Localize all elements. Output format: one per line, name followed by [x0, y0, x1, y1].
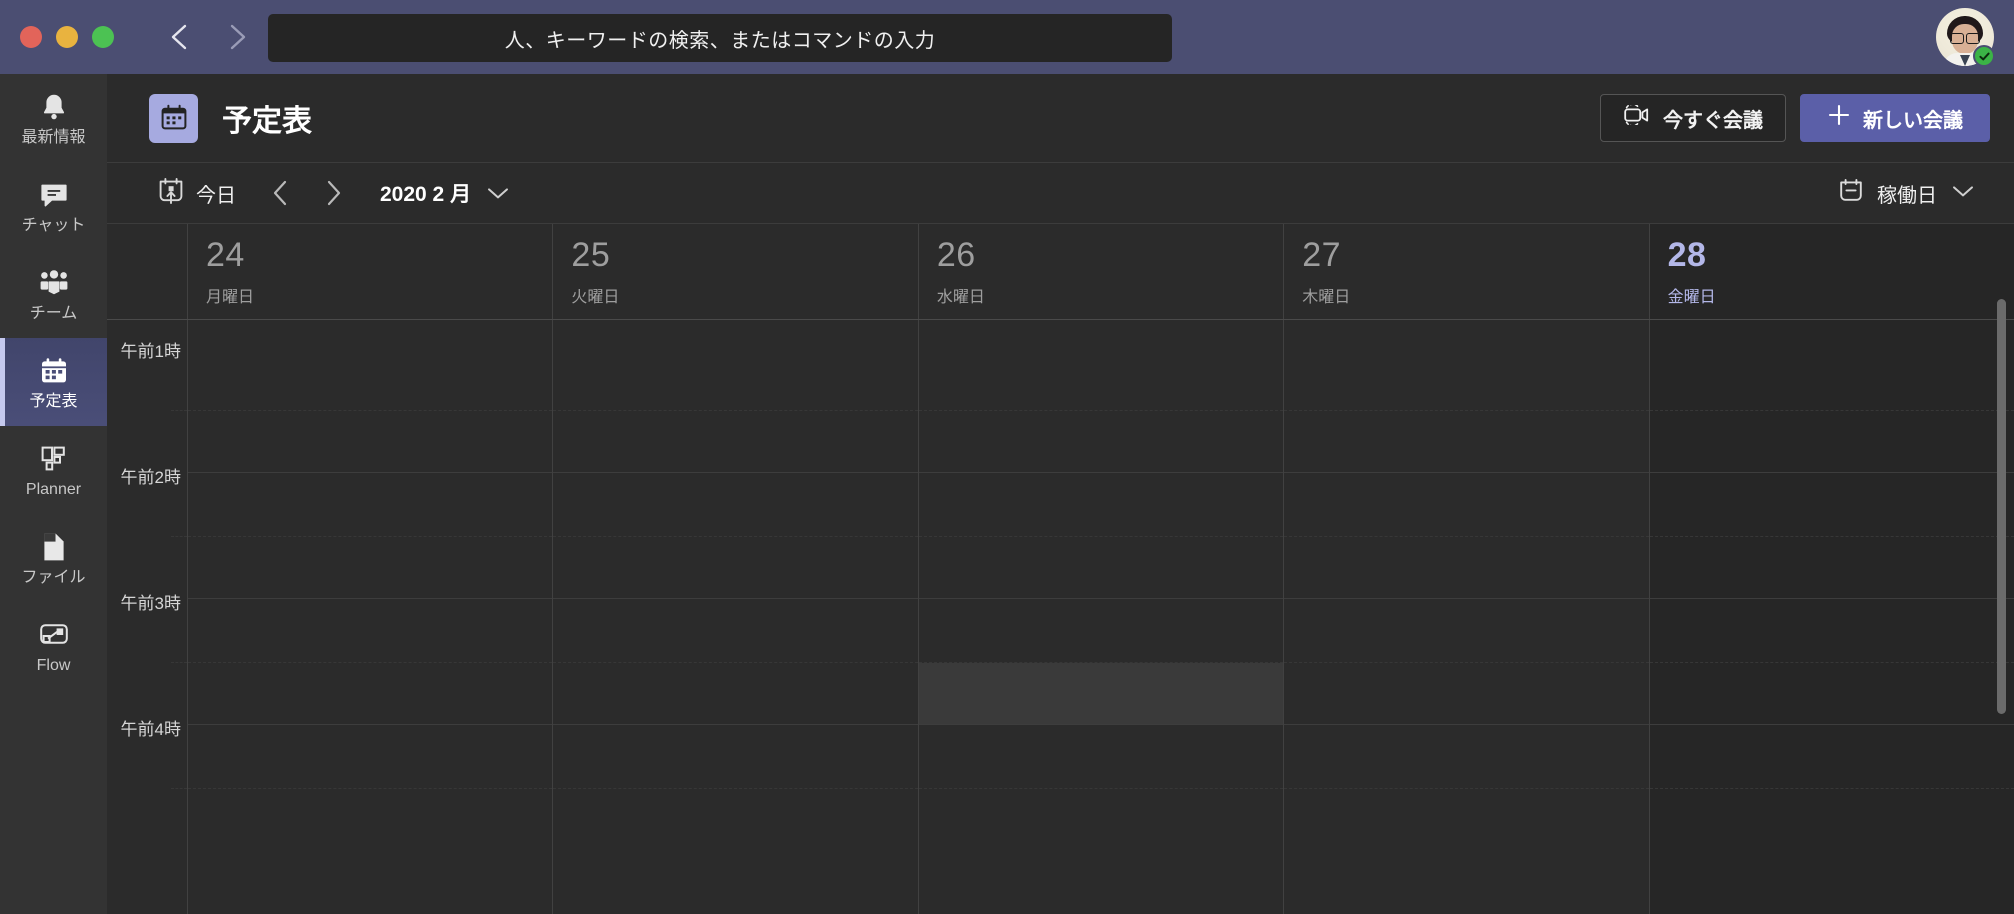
page-title: 予定表: [222, 105, 312, 138]
nav-back-button[interactable]: [156, 14, 202, 60]
sidebar-item-label: Planner: [25, 480, 82, 498]
day-header-24[interactable]: 24 月曜日: [187, 224, 552, 319]
hour-label: 午前1時: [120, 342, 181, 361]
sidebar-item-planner[interactable]: Planner: [0, 426, 107, 514]
avatar[interactable]: [1936, 8, 1995, 67]
day-weekday: 金曜日: [1667, 289, 1716, 306]
header-actions: 今すぐ会議 新しい会議: [1600, 94, 1990, 142]
nav-forward-button[interactable]: [214, 14, 260, 60]
sidebar-item-label: ファイル: [21, 568, 86, 586]
plus-icon: [1827, 103, 1851, 133]
today-button[interactable]: 今日: [157, 177, 236, 210]
people-icon: [37, 267, 71, 299]
sidebar-item-chat[interactable]: チャット: [0, 162, 107, 250]
meet-now-button[interactable]: 今すぐ会議: [1600, 94, 1786, 142]
time-slot-hover[interactable]: [918, 663, 1284, 724]
day-header-26[interactable]: 26 水曜日: [917, 224, 1283, 319]
sidebar-item-label: 最新情報: [21, 128, 86, 146]
chat-icon: [37, 179, 71, 211]
sidebar-item-teams[interactable]: チーム: [0, 250, 107, 338]
sidebar-item-calendar[interactable]: 予定表: [0, 338, 107, 426]
view-selector[interactable]: 稼働日: [1838, 178, 1976, 209]
day-column-24[interactable]: [187, 320, 553, 914]
title-bar: 人、キーワードの検索、またはコマンドの入力: [0, 0, 2014, 74]
flow-icon: [37, 619, 71, 651]
sidebar-item-label: 予定表: [29, 392, 78, 410]
sidebar-item-label: チーム: [29, 304, 78, 322]
calendar-toolbar: 今日 2020 2 月 稼働日: [107, 163, 2014, 224]
meet-now-label: 今すぐ会議: [1663, 109, 1763, 132]
today-label: 今日: [196, 184, 236, 207]
window-controls: [20, 26, 114, 48]
day-number: 27: [1302, 236, 1342, 274]
chevron-left-icon: [273, 180, 287, 206]
view-label: 稼働日: [1877, 184, 1937, 207]
calendar-app-icon: [149, 93, 198, 143]
chevron-right-icon: [327, 180, 341, 206]
zoom-button[interactable]: [92, 26, 114, 48]
file-icon: [37, 531, 71, 563]
close-button[interactable]: [20, 26, 42, 48]
day-weekday: 月曜日: [206, 289, 255, 306]
day-column-28[interactable]: [1648, 320, 2014, 914]
sidebar-item-activity[interactable]: 最新情報: [0, 74, 107, 162]
day-headers: 24 月曜日 25 火曜日 26 水曜日 27 木曜日 28 金曜日: [107, 224, 2014, 320]
minimize-button[interactable]: [56, 26, 78, 48]
day-column-27[interactable]: [1283, 320, 1649, 914]
app-rail: 最新情報 チャット チーム 予定表 Planner ファイル Flow: [0, 74, 107, 914]
day-weekday: 火曜日: [571, 289, 620, 306]
planner-icon: [37, 443, 71, 475]
calendar-icon: [37, 355, 71, 387]
video-camera-icon: [1623, 103, 1651, 131]
day-number: 26: [936, 236, 976, 274]
presence-available-icon: [1973, 45, 1995, 67]
teams-window: 人、キーワードの検索、またはコマンドの入力 最新情報 チャット チーム 予定表 …: [0, 0, 2014, 914]
day-header-28[interactable]: 28 金曜日: [1648, 224, 2014, 319]
month-picker-button[interactable]: [485, 185, 511, 201]
calendar-today-icon: [157, 177, 185, 210]
time-gutter-header: [107, 224, 187, 319]
time-gutter: 午前1時 午前2時 午前3時 午前4時: [107, 320, 187, 914]
day-header-27[interactable]: 27 木曜日: [1283, 224, 1648, 319]
chevron-left-icon: [171, 24, 187, 50]
hour-label: 午前4時: [120, 720, 181, 739]
bell-icon: [37, 91, 71, 123]
hour-label: 午前3時: [120, 594, 181, 613]
calendar-grid: 24 月曜日 25 火曜日 26 水曜日 27 木曜日 28 金曜日 午前1時 …: [107, 224, 2014, 914]
page-header: 予定表 今すぐ会議 新しい会議: [107, 74, 2014, 163]
day-columns: [187, 320, 2014, 914]
day-number: 25: [571, 236, 611, 274]
chevron-down-icon: [488, 188, 509, 199]
search-input[interactable]: 人、キーワードの検索、またはコマンドの入力: [505, 24, 936, 53]
day-header-25[interactable]: 25 火曜日: [552, 224, 917, 319]
sidebar-item-label: チャット: [21, 216, 86, 234]
chevron-right-icon: [230, 24, 246, 50]
sidebar-item-label: Flow: [36, 656, 71, 674]
day-column-25[interactable]: [552, 320, 918, 914]
day-weekday: 水曜日: [936, 289, 985, 306]
calendar-scrollbar[interactable]: [1997, 299, 2006, 714]
prev-period-button[interactable]: [258, 171, 302, 215]
new-meeting-label: 新しい会議: [1863, 109, 1963, 132]
main-content: 予定表 今すぐ会議 新しい会議 今日 2020 2 月 稼働日 24 月曜日 2…: [107, 74, 2014, 914]
calendar-body: 午前1時 午前2時 午前3時 午前4時: [107, 320, 2014, 914]
hour-label: 午前2時: [120, 468, 181, 487]
chevron-down-icon: [1950, 183, 1976, 204]
next-period-button[interactable]: [312, 171, 356, 215]
day-number: 24: [206, 236, 245, 274]
current-month-label: 2020 2 月: [380, 183, 472, 206]
calendar-workweek-icon: [1838, 178, 1864, 209]
day-column-26[interactable]: [917, 320, 1284, 914]
day-weekday: 木曜日: [1302, 289, 1351, 306]
new-meeting-button[interactable]: 新しい会議: [1800, 94, 1990, 142]
day-number: 28: [1667, 236, 1707, 274]
sidebar-item-flow[interactable]: Flow: [0, 602, 107, 690]
sidebar-item-files[interactable]: ファイル: [0, 514, 107, 602]
search-bar[interactable]: 人、キーワードの検索、またはコマンドの入力: [268, 14, 1172, 62]
